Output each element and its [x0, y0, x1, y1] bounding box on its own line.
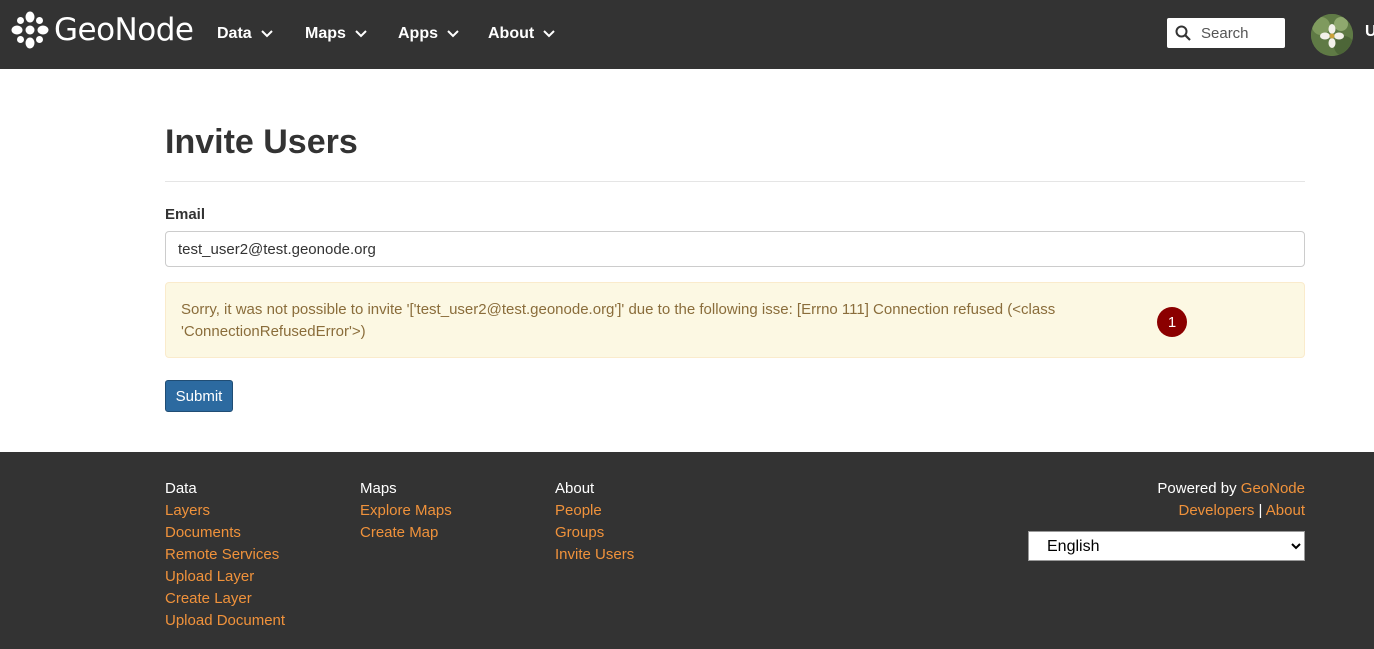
- nav-apps-menu[interactable]: Apps: [398, 22, 459, 46]
- footer-link-explore-maps[interactable]: Explore Maps: [360, 500, 452, 522]
- user-avatar[interactable]: [1311, 14, 1353, 56]
- avatar-flower-image: [1311, 14, 1353, 56]
- user-name[interactable]: U: [1365, 23, 1374, 41]
- geonode-logo[interactable]: GeoNode: [10, 8, 194, 52]
- footer-link-remote-services[interactable]: Remote Services: [165, 544, 285, 566]
- nav-maps-menu[interactable]: Maps: [305, 22, 367, 46]
- footer-link-invite-users[interactable]: Invite Users: [555, 544, 634, 566]
- developers-link[interactable]: Developers: [1179, 502, 1255, 519]
- powered-by-block: Powered by GeoNode Developers | About: [1157, 478, 1305, 522]
- footer-link-groups[interactable]: Groups: [555, 522, 634, 544]
- search-icon: [1175, 25, 1191, 41]
- nav-data-menu[interactable]: Data: [217, 22, 273, 46]
- geonode-link[interactable]: GeoNode: [1241, 480, 1305, 497]
- footer-link-create-map[interactable]: Create Map: [360, 522, 452, 544]
- error-alert: Sorry, it was not possible to invite '['…: [165, 282, 1305, 358]
- search-box: [1167, 18, 1285, 48]
- powered-by-text: Powered by: [1157, 480, 1237, 497]
- footer-link-upload-layer[interactable]: Upload Layer: [165, 566, 285, 588]
- nav-data-label: Data: [217, 25, 252, 42]
- email-label: Email: [165, 206, 206, 223]
- alert-message: Sorry, it was not possible to invite '['…: [181, 301, 1056, 340]
- geonode-flower-icon: [11, 11, 49, 49]
- footer-link-upload-document[interactable]: Upload Document: [165, 610, 285, 632]
- chevron-down-icon: [447, 30, 459, 38]
- chevron-down-icon: [355, 30, 367, 38]
- submit-button[interactable]: Submit: [165, 380, 233, 412]
- footer-heading-about: About: [555, 480, 595, 497]
- nav-about-menu[interactable]: About: [488, 22, 555, 46]
- nav-about-label: About: [488, 25, 535, 42]
- footer-heading-data: Data: [165, 480, 197, 497]
- footer-column-about: About People Groups Invite Users: [555, 478, 634, 566]
- footer-column-data: Data Layers Documents Remote Services Up…: [165, 478, 285, 632]
- footer-link-documents[interactable]: Documents: [165, 522, 285, 544]
- chevron-down-icon: [260, 30, 273, 38]
- footer-link-people[interactable]: People: [555, 500, 634, 522]
- top-navbar: GeoNode Data Maps Apps About Search U: [0, 0, 1374, 69]
- email-field[interactable]: [165, 231, 1305, 267]
- footer-link-create-layer[interactable]: Create Layer: [165, 588, 285, 610]
- language-select[interactable]: English: [1028, 531, 1305, 561]
- about-link[interactable]: About: [1266, 502, 1305, 519]
- nav-apps-label: Apps: [398, 25, 438, 42]
- annotation-badge: 1: [1157, 307, 1187, 337]
- chevron-down-icon: [543, 30, 555, 38]
- search-input[interactable]: [1201, 24, 1281, 42]
- logo-text: GeoNode: [54, 12, 194, 48]
- nav-maps-label: Maps: [305, 25, 346, 42]
- title-divider: [165, 181, 1305, 182]
- footer-heading-maps: Maps: [360, 480, 397, 497]
- page-title: Invite Users: [165, 123, 358, 161]
- footer-link-layers[interactable]: Layers: [165, 500, 285, 522]
- footer-column-maps: Maps Explore Maps Create Map: [360, 478, 452, 544]
- link-separator: |: [1258, 502, 1263, 519]
